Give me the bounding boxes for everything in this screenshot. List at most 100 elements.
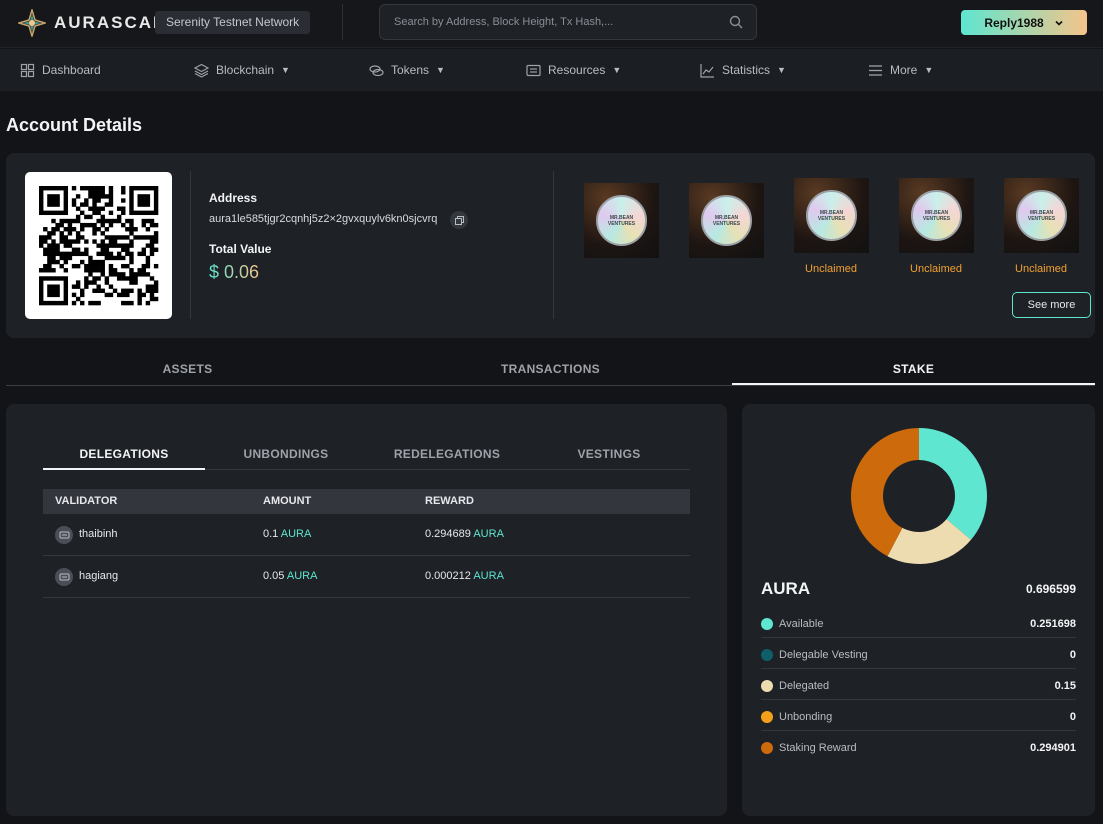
donut-slice-available xyxy=(919,428,987,540)
nav-label: Statistics xyxy=(722,63,771,77)
amount-cell: 0.1 AURA xyxy=(263,528,312,540)
legend-dot xyxy=(761,711,773,723)
tab-transactions[interactable]: TRANSACTIONS xyxy=(369,355,732,385)
nav-statistics[interactable]: Statistics ▼ xyxy=(700,49,786,91)
nav-label: Tokens xyxy=(391,63,430,77)
nav-more[interactable]: More ▼ xyxy=(868,49,933,91)
legend-label: Available xyxy=(779,618,824,630)
chevron-down-icon: ▼ xyxy=(612,65,622,75)
search-icon[interactable] xyxy=(729,15,743,29)
legend-label: Delegated xyxy=(779,680,830,692)
column-header: AMOUNT xyxy=(263,495,312,507)
column-header: VALIDATOR xyxy=(55,495,118,507)
tab-stake[interactable]: STAKE xyxy=(732,355,1095,385)
main-tabs: ASSETS TRANSACTIONS STAKE xyxy=(6,355,1095,386)
stake-sub-tabs: DELEGATIONS UNBONDINGS REDELEGATIONS VES… xyxy=(43,440,690,470)
chart-icon xyxy=(700,63,714,78)
nft-card[interactable]: MR.BEAN VENTURES xyxy=(689,183,764,258)
user-menu-button[interactable]: Reply1988 xyxy=(961,10,1087,35)
copy-icon[interactable] xyxy=(450,211,468,229)
total-value-label: Total Value xyxy=(209,242,272,256)
grid-icon xyxy=(20,63,35,77)
reward-cell: 0.000212 AURA xyxy=(425,570,504,582)
nav-label: Blockchain xyxy=(216,63,275,77)
tab-redelegations[interactable]: REDELEGATIONS xyxy=(366,440,528,470)
legend-value: 0.251698 xyxy=(1030,618,1076,630)
qr-code-image xyxy=(39,186,159,306)
legend-value: 0 xyxy=(1069,649,1076,661)
nav-label: More xyxy=(890,63,918,77)
legend-dot xyxy=(761,742,773,754)
legend-value: 0.294901 xyxy=(1030,742,1076,754)
see-more-button[interactable]: See more xyxy=(1012,292,1091,318)
legend-row: Unbonding 0 xyxy=(761,700,1076,731)
nav-tokens[interactable]: Tokens ▼ xyxy=(369,49,445,91)
legend-dot xyxy=(761,680,773,692)
address-label: Address xyxy=(209,191,258,205)
chevron-down-icon: ▼ xyxy=(281,65,290,75)
nft-coin-image: MR.BEAN VENTURES xyxy=(911,190,962,241)
balance-total: 0.696599 xyxy=(1025,582,1076,596)
nav-blockchain[interactable]: Blockchain ▼ xyxy=(194,49,290,91)
layers-icon xyxy=(194,63,209,78)
legend-dot xyxy=(761,649,773,661)
nft-status: Unclaimed xyxy=(1015,263,1067,275)
nft-coin-image: MR.BEAN VENTURES xyxy=(806,190,857,241)
nav-label: Resources xyxy=(548,63,606,77)
tab-vestings[interactable]: VESTINGS xyxy=(528,440,690,470)
nft-card[interactable]: MR.BEAN VENTURES xyxy=(584,183,659,258)
balance-donut-chart xyxy=(851,428,987,564)
nft-coin-image: MR.BEAN VENTURES xyxy=(596,195,647,246)
nav-resources[interactable]: Resources ▼ xyxy=(526,49,621,91)
validator-avatar-icon xyxy=(55,526,73,544)
search-box[interactable] xyxy=(379,4,757,40)
nft-status: Unclaimed xyxy=(805,263,857,275)
legend-label: Unbonding xyxy=(779,711,833,723)
copy-glyph-icon xyxy=(454,215,464,225)
page-title: Account Details xyxy=(6,115,143,135)
chevron-down-icon xyxy=(1055,20,1063,26)
search-input[interactable] xyxy=(394,5,724,39)
nft-card[interactable]: MR.BEAN VENTURES xyxy=(899,178,974,253)
top-header: AURASCAN Serenity Testnet Network Reply1… xyxy=(0,0,1103,48)
balance-title: AURA xyxy=(761,579,811,598)
validator-link[interactable]: hagiang xyxy=(79,570,118,582)
chevron-down-icon: ▼ xyxy=(924,65,934,75)
nav-label: Dashboard xyxy=(42,63,101,77)
divider xyxy=(190,171,191,319)
total-value: $ 0.06 xyxy=(209,262,260,282)
balance-panel: AURA 0.696599 Available 0.251698 Delegable… xyxy=(742,404,1095,816)
tab-assets[interactable]: ASSETS xyxy=(6,355,369,385)
tab-delegations[interactable]: DELEGATIONS xyxy=(43,440,205,470)
validator-link[interactable]: thaibinh xyxy=(79,528,118,540)
table-row: hagiang 0.05 AURA 0.000212 AURA xyxy=(43,556,690,598)
divider xyxy=(553,171,554,319)
logo[interactable]: AURASCAN xyxy=(18,9,167,37)
amount-cell: 0.05 AURA xyxy=(263,570,318,582)
nav-dashboard[interactable]: Dashboard xyxy=(20,49,101,91)
nft-coin-image: MR.BEAN VENTURES xyxy=(1016,190,1067,241)
qr-code xyxy=(25,172,172,319)
address-value: aura1le585tjgr2cqnhj5z2×2gvxquylv6kn0sjc… xyxy=(209,213,438,225)
coins-icon xyxy=(369,64,384,76)
column-header: REWARD xyxy=(425,495,474,507)
table-row: thaibinh 0.1 AURA 0.294689 AURA xyxy=(43,514,690,556)
reward-cell: 0.294689 AURA xyxy=(425,528,504,540)
chevron-down-icon: ▼ xyxy=(777,65,786,75)
main-nav: Dashboard Blockchain ▼ Tokens ▼ Resource… xyxy=(0,49,1103,91)
legend-row: Staking Reward 0.294901 xyxy=(761,731,1076,762)
legend-row: Delegated 0.15 xyxy=(761,669,1076,700)
legend-label: Staking Reward xyxy=(779,742,857,754)
nft-card[interactable]: MR.BEAN VENTURES xyxy=(1004,178,1079,253)
network-badge: Serenity Testnet Network xyxy=(155,11,311,34)
tab-unbondings[interactable]: UNBONDINGS xyxy=(205,440,367,470)
aurascan-logo-icon xyxy=(18,9,46,37)
nft-card[interactable]: MR.BEAN VENTURES xyxy=(794,178,869,253)
user-name: Reply1988 xyxy=(984,15,1044,30)
logo-text: AURASCAN xyxy=(54,13,168,32)
header-divider xyxy=(342,4,343,40)
table-header: VALIDATOR AMOUNT REWARD xyxy=(43,489,690,514)
legend-value: 0 xyxy=(1069,711,1076,723)
legend-row: Available 0.251698 xyxy=(761,607,1076,638)
legend-label: Delegable Vesting xyxy=(779,649,868,661)
